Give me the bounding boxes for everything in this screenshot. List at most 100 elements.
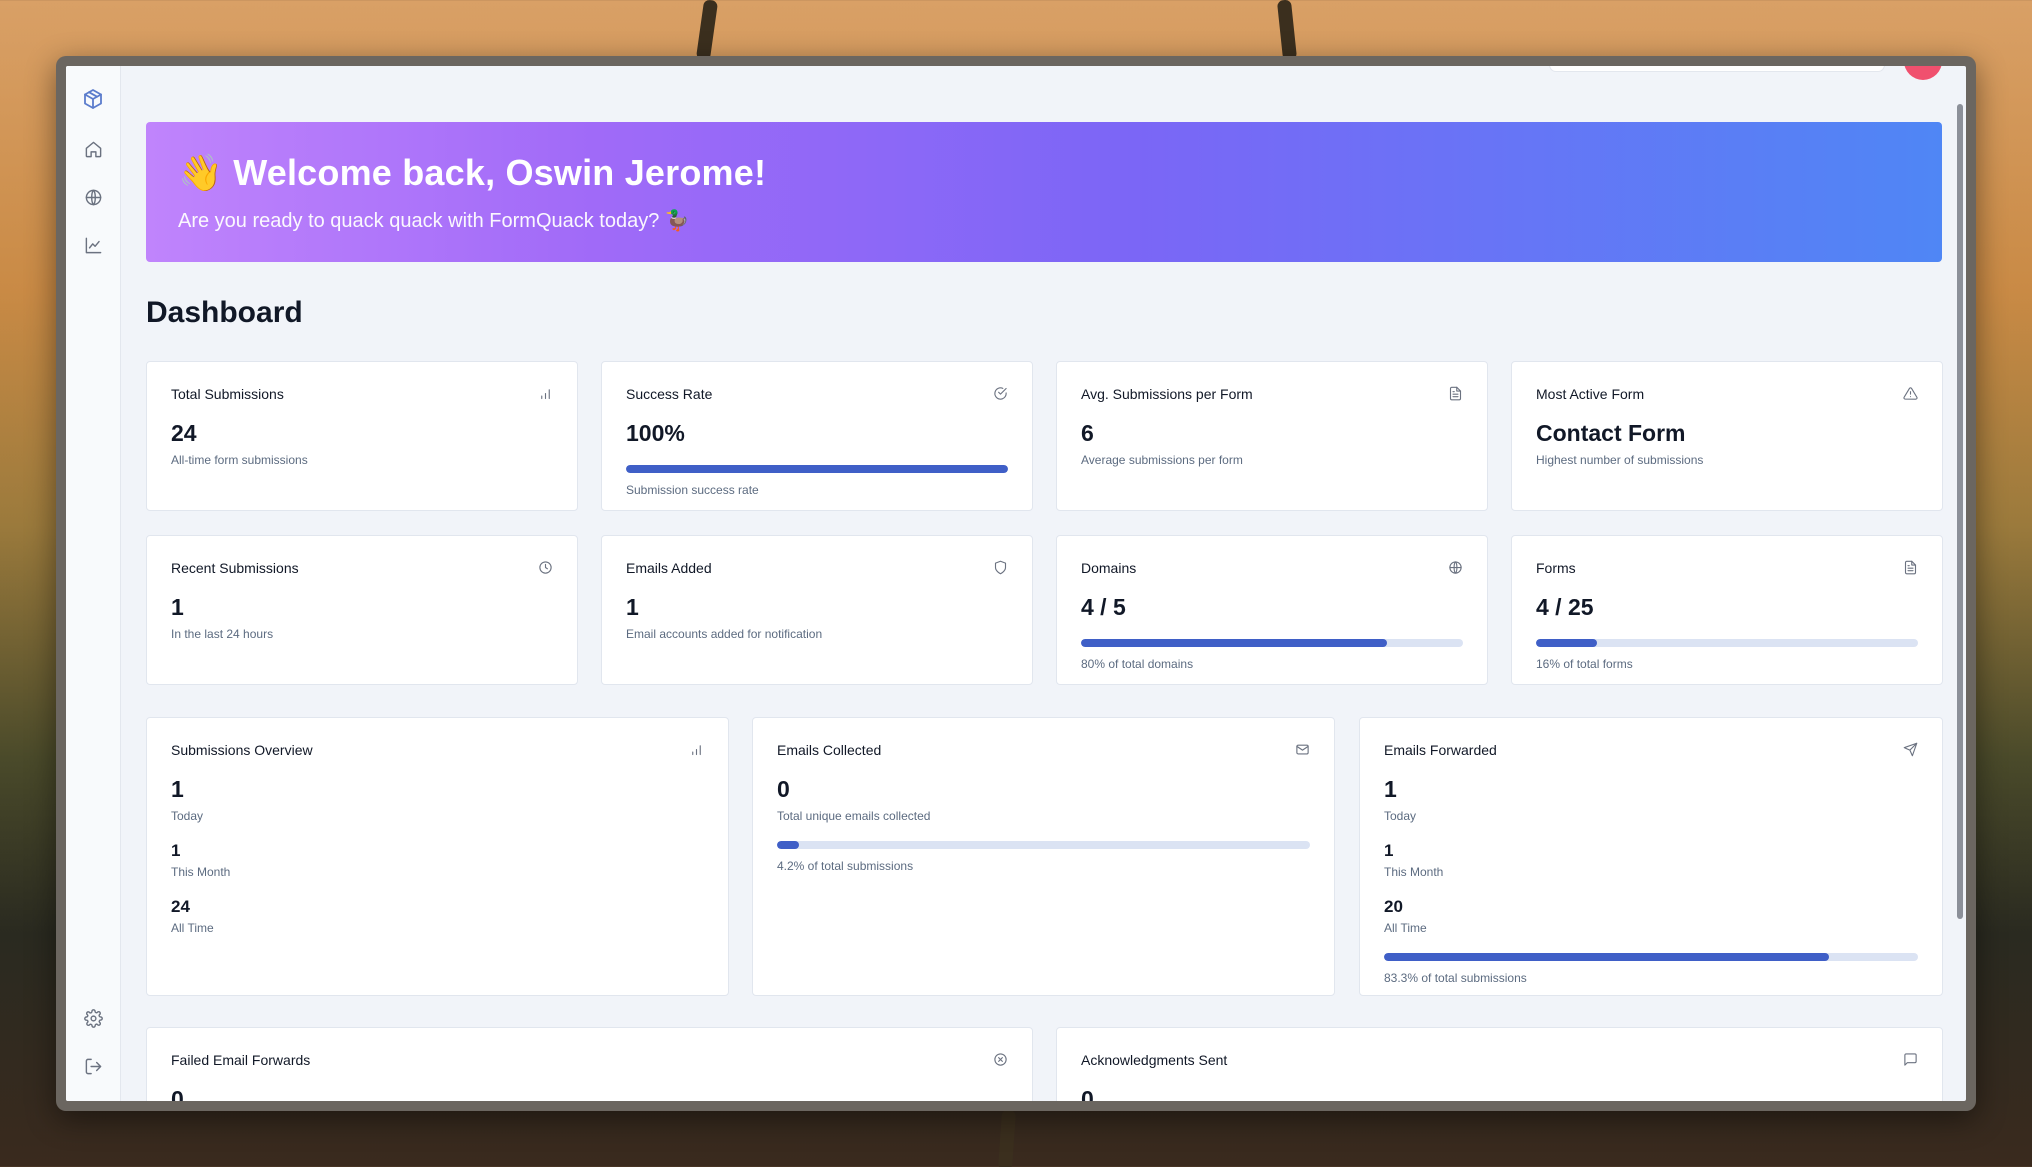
progress-label: 83.3% of total submissions <box>1384 971 1527 985</box>
card-title: Emails Added <box>626 560 712 576</box>
stat-value: 0 <box>171 1086 184 1101</box>
stat-value: 4 / 5 <box>1081 594 1126 620</box>
month-value: 1 <box>1384 841 1394 860</box>
card-title: Forms <box>1536 560 1576 576</box>
globe-icon[interactable] <box>81 185 105 209</box>
card-title: Acknowledgments Sent <box>1081 1052 1228 1068</box>
file-text-icon <box>1448 386 1463 406</box>
browser-window: 👋 Welcome back, Oswin Jerome! Are you re… <box>56 56 1976 1111</box>
sidebar <box>66 66 121 1101</box>
stat-value: 100% <box>626 420 685 446</box>
main-content: 👋 Welcome back, Oswin Jerome! Are you re… <box>146 122 1942 330</box>
shield-icon <box>993 560 1008 580</box>
mail-icon <box>1295 742 1310 762</box>
all-time-label: All Time <box>1384 921 1427 935</box>
stat-value: 0 <box>1081 1086 1094 1101</box>
stat-value: 4 / 25 <box>1536 594 1594 620</box>
submissions-overview-card: Submissions Overview 1 Today 1 This Mont… <box>146 717 729 996</box>
failed-forwards-card: Failed Email Forwards 0 <box>146 1027 1033 1101</box>
month-label: This Month <box>1384 865 1444 879</box>
card-title: Failed Email Forwards <box>171 1052 311 1068</box>
bar-chart-icon <box>689 742 704 762</box>
progress-bar <box>1384 953 1918 961</box>
welcome-subtitle: Are you ready to quack quack with FormQu… <box>178 210 690 232</box>
x-circle-icon <box>993 1052 1008 1072</box>
card-title: Most Active Form <box>1536 386 1645 402</box>
progress-fill <box>777 841 800 849</box>
send-icon <box>1903 742 1918 762</box>
stat-description: Total unique emails collected <box>777 809 931 823</box>
emails-collected-card: Emails Collected 0 Total unique emails c… <box>752 717 1335 996</box>
stat-value: 0 <box>777 776 790 802</box>
stat-description: Submission success rate <box>626 483 759 497</box>
progress-bar <box>1536 639 1918 647</box>
welcome-heading: 👋 Welcome back, Oswin Jerome! <box>178 152 767 193</box>
scrollbar[interactable] <box>1957 104 1963 919</box>
stat-description: 80% of total domains <box>1081 657 1194 671</box>
stat-description: All-time form submissions <box>171 453 308 467</box>
warning-icon <box>1903 386 1918 406</box>
progress-fill <box>1081 639 1387 647</box>
stat-value: Contact Form <box>1536 420 1686 446</box>
acknowledgments-card: Acknowledgments Sent 0 <box>1056 1027 1943 1101</box>
card-title: Success Rate <box>626 386 713 402</box>
progress-fill <box>1536 639 1598 647</box>
most-active-form-card: Most Active Form Contact Form Highest nu… <box>1511 361 1943 511</box>
check-circle-icon <box>993 386 1008 406</box>
globe-icon <box>1448 560 1463 580</box>
progress-fill <box>626 465 1008 473</box>
search-input[interactable] <box>1549 66 1885 72</box>
all-time-value: 24 <box>171 897 190 916</box>
month-label: This Month <box>171 865 231 879</box>
progress-bar <box>777 841 1310 849</box>
bar-chart-icon <box>538 386 553 406</box>
emails-forwarded-card: Emails Forwarded 1 Today 1 This Month 20… <box>1359 717 1943 996</box>
stat-value: 6 <box>1081 420 1094 446</box>
card-title: Emails Collected <box>777 742 882 758</box>
stat-description: Email accounts added for notification <box>626 627 823 641</box>
card-title: Emails Forwarded <box>1384 742 1497 758</box>
card-title: Avg. Submissions per Form <box>1081 386 1253 402</box>
stat-value: 1 <box>171 594 184 620</box>
today-label: Today <box>171 809 204 823</box>
all-time-value: 20 <box>1384 897 1403 916</box>
app-screen: 👋 Welcome back, Oswin Jerome! Are you re… <box>66 66 1966 1101</box>
message-icon <box>1903 1052 1918 1072</box>
stat-description: In the last 24 hours <box>171 627 274 641</box>
avatar[interactable] <box>1904 66 1942 80</box>
chart-line-icon[interactable] <box>81 233 105 257</box>
forms-card: Forms 4 / 25 16% of total forms <box>1511 535 1943 685</box>
welcome-banner: 👋 Welcome back, Oswin Jerome! Are you re… <box>146 122 1942 262</box>
box-logo-icon[interactable] <box>81 88 105 112</box>
today-value: 1 <box>171 776 184 802</box>
progress-label: 4.2% of total submissions <box>777 859 914 873</box>
file-text-icon <box>1903 560 1918 580</box>
page-title: Dashboard <box>146 296 303 329</box>
stat-value: 1 <box>626 594 639 620</box>
logout-icon[interactable] <box>81 1054 105 1078</box>
gear-icon[interactable] <box>81 1006 105 1030</box>
stat-description: 16% of total forms <box>1536 657 1633 671</box>
stat-description: Average submissions per form <box>1081 453 1243 467</box>
card-title: Domains <box>1081 560 1137 576</box>
today-value: 1 <box>1384 776 1397 802</box>
progress-bar <box>626 465 1008 473</box>
card-title: Total Submissions <box>171 386 284 402</box>
home-icon[interactable] <box>81 137 105 161</box>
emails-added-card: Emails Added 1 Email accounts added for … <box>601 535 1033 685</box>
domains-card: Domains 4 / 5 80% of total domains <box>1056 535 1488 685</box>
stat-description: Highest number of submissions <box>1536 453 1704 467</box>
card-title: Recent Submissions <box>171 560 299 576</box>
stat-value: 24 <box>171 420 197 446</box>
recent-submissions-card: Recent Submissions 1 In the last 24 hour… <box>146 535 578 685</box>
success-rate-card: Success Rate 100% Submission success rat… <box>601 361 1033 511</box>
all-time-label: All Time <box>171 921 214 935</box>
clock-icon <box>538 560 553 580</box>
progress-bar <box>1081 639 1463 647</box>
progress-fill <box>1384 953 1829 961</box>
card-title: Submissions Overview <box>171 742 313 758</box>
month-value: 1 <box>171 841 181 860</box>
total-submissions-card: Total Submissions 24 All-time form submi… <box>146 361 578 511</box>
today-label: Today <box>1384 809 1417 823</box>
avg-submissions-card: Avg. Submissions per Form 6 Average subm… <box>1056 361 1488 511</box>
